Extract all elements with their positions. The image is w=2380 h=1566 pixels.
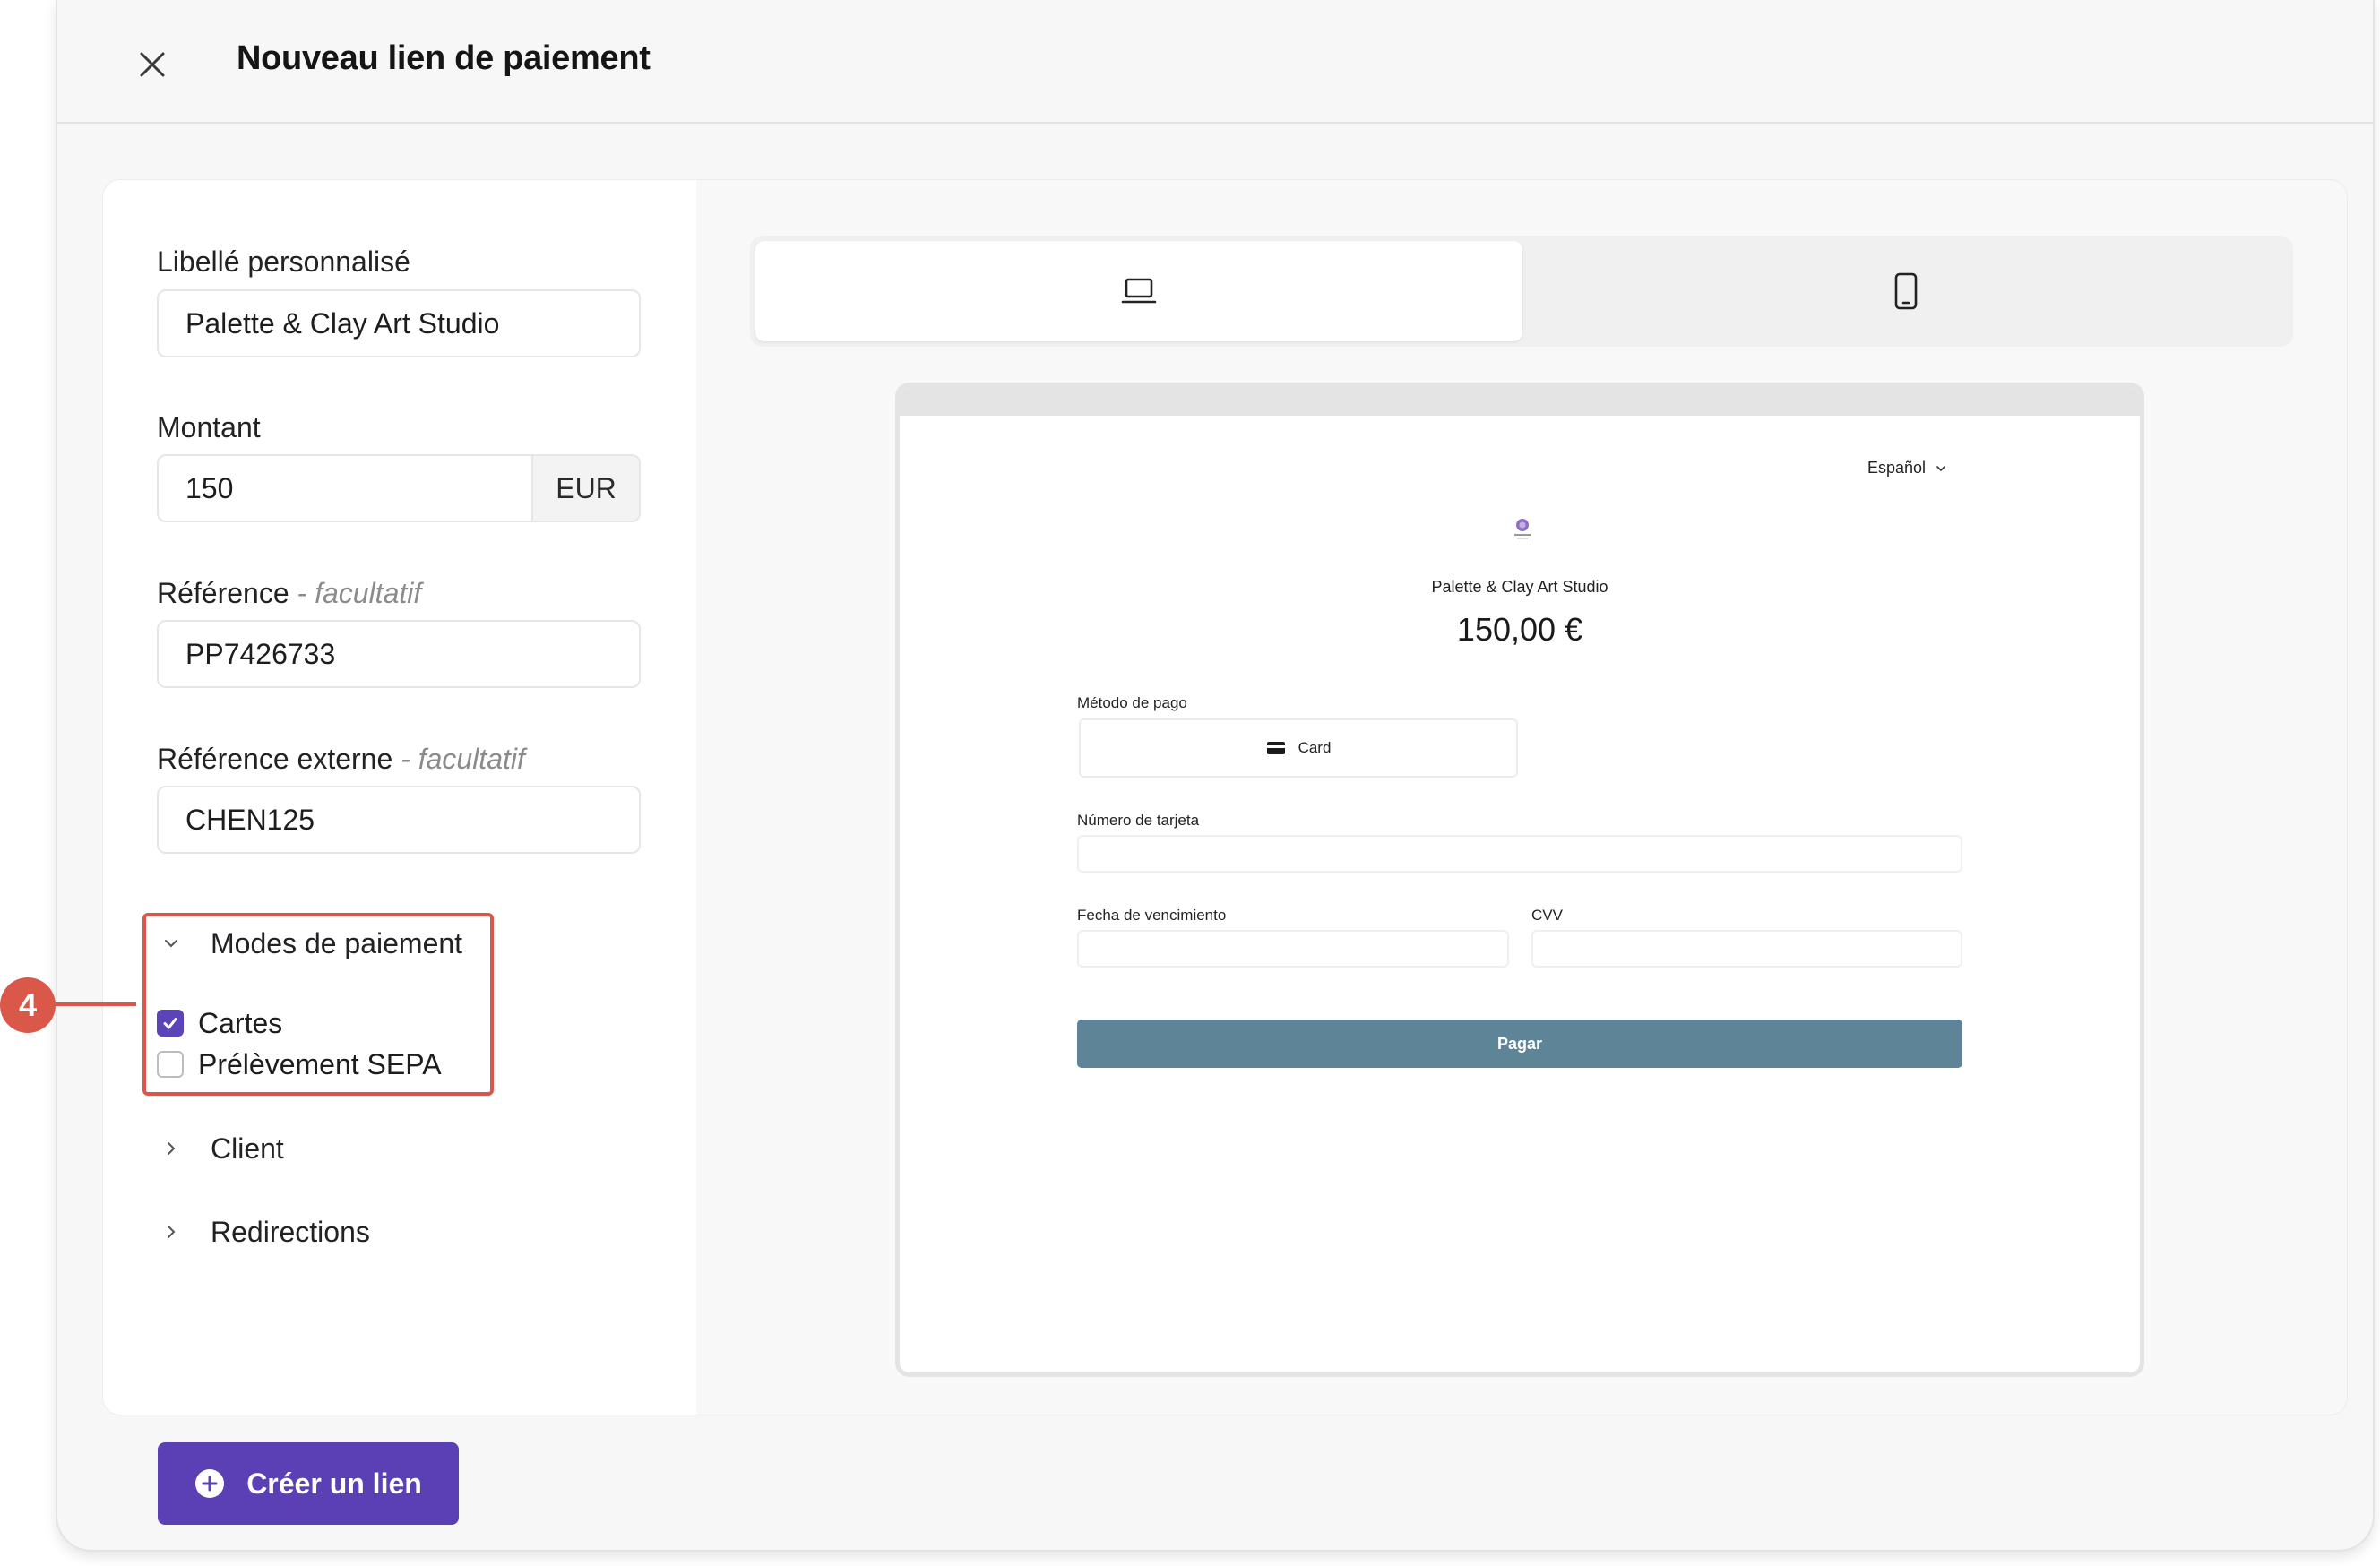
mobile-icon [1894,272,1918,310]
sepa-label: Prélèvement SEPA [198,1047,442,1080]
cvv-label: CVV [1531,907,1563,924]
step-connector [56,1002,136,1006]
sepa-checkbox[interactable] [157,1051,184,1078]
amount-label: Montant [157,411,261,443]
card-method-button[interactable]: Card [1079,718,1518,778]
language-select[interactable]: Español [1867,459,1947,478]
amount-display: 150,00 € [1456,611,1583,648]
client-label: Client [211,1131,284,1165]
payment-methods-label: Modes de paiement [211,926,463,959]
reference-label: Référence - facultatif [157,577,422,609]
chevron-right-icon [157,1134,185,1163]
merchant-logo [1509,514,1536,541]
close-icon [140,52,165,77]
create-link-button[interactable]: Créer un lien [158,1442,459,1525]
modal-body: Libellé personnalisé Palette & Clay Art … [102,179,2348,1415]
modal-header: Nouveau lien de paiement [57,0,2373,124]
redirections-label: Redirections [211,1215,370,1248]
optional-hint: - facultatif [392,743,525,775]
card-method-label: Card [1298,739,1332,756]
expiry-input[interactable] [1077,930,1509,968]
custom-label-input[interactable]: Palette & Clay Art Studio [157,289,641,357]
cvv-input[interactable] [1531,930,1962,968]
payment-method-sepa[interactable]: Prélèvement SEPA [157,1046,442,1082]
currency-addon: EUR [531,456,639,521]
modal-title: Nouveau lien de paiement [237,39,651,77]
form-panel: Libellé personnalisé Palette & Clay Art … [103,180,696,1415]
payment-method-cards[interactable]: Cartes [157,1005,282,1041]
payment-methods-toggle[interactable]: Modes de paiement [157,921,462,966]
chevron-right-icon [157,1218,185,1246]
plus-circle-icon [194,1468,225,1499]
external-reference-label: Référence externe - facultatif [157,743,525,775]
amount-input[interactable]: 150 [185,456,233,521]
client-toggle[interactable]: Client [157,1126,284,1171]
browser-bar [900,387,2140,416]
amount-field[interactable]: 150 EUR [157,454,641,522]
card-number-input[interactable] [1077,835,1962,873]
payment-link-modal: Nouveau lien de paiement Libellé personn… [56,0,2375,1552]
cards-label: Cartes [198,1006,283,1039]
payment-method-label: Método de pago [1077,694,1187,711]
custom-label-label: Libellé personnalisé [157,245,410,278]
cards-checkbox[interactable] [157,1010,184,1037]
credit-card-icon [1266,742,1285,754]
step-marker: 4 [0,977,56,1033]
close-button[interactable] [122,34,183,95]
external-reference-input[interactable]: CHEN125 [157,786,641,854]
language-value: Español [1867,459,1927,477]
chevron-down-icon [1936,465,1945,471]
merchant-name: Palette & Clay Art Studio [1431,578,1608,596]
reference-input[interactable]: PP7426733 [157,620,641,688]
device-toggle [750,236,2293,347]
chevron-down-icon [157,929,185,958]
pay-button[interactable]: Pagar [1077,1020,1962,1068]
create-link-label: Créer un lien [246,1467,422,1500]
redirections-toggle[interactable]: Redirections [157,1209,370,1254]
checkmark-icon [163,1018,177,1029]
expiry-label: Fecha de vencimiento [1077,907,1227,924]
mobile-preview-button[interactable] [1522,241,2289,341]
checkout-preview: Español Palette & Clay Art Studio 150,00… [895,383,2144,1377]
laptop-icon [1121,278,1157,304]
optional-hint: - facultatif [289,577,422,609]
desktop-preview-button[interactable] [755,241,1522,341]
card-number-label: Número de tarjeta [1077,812,1200,829]
